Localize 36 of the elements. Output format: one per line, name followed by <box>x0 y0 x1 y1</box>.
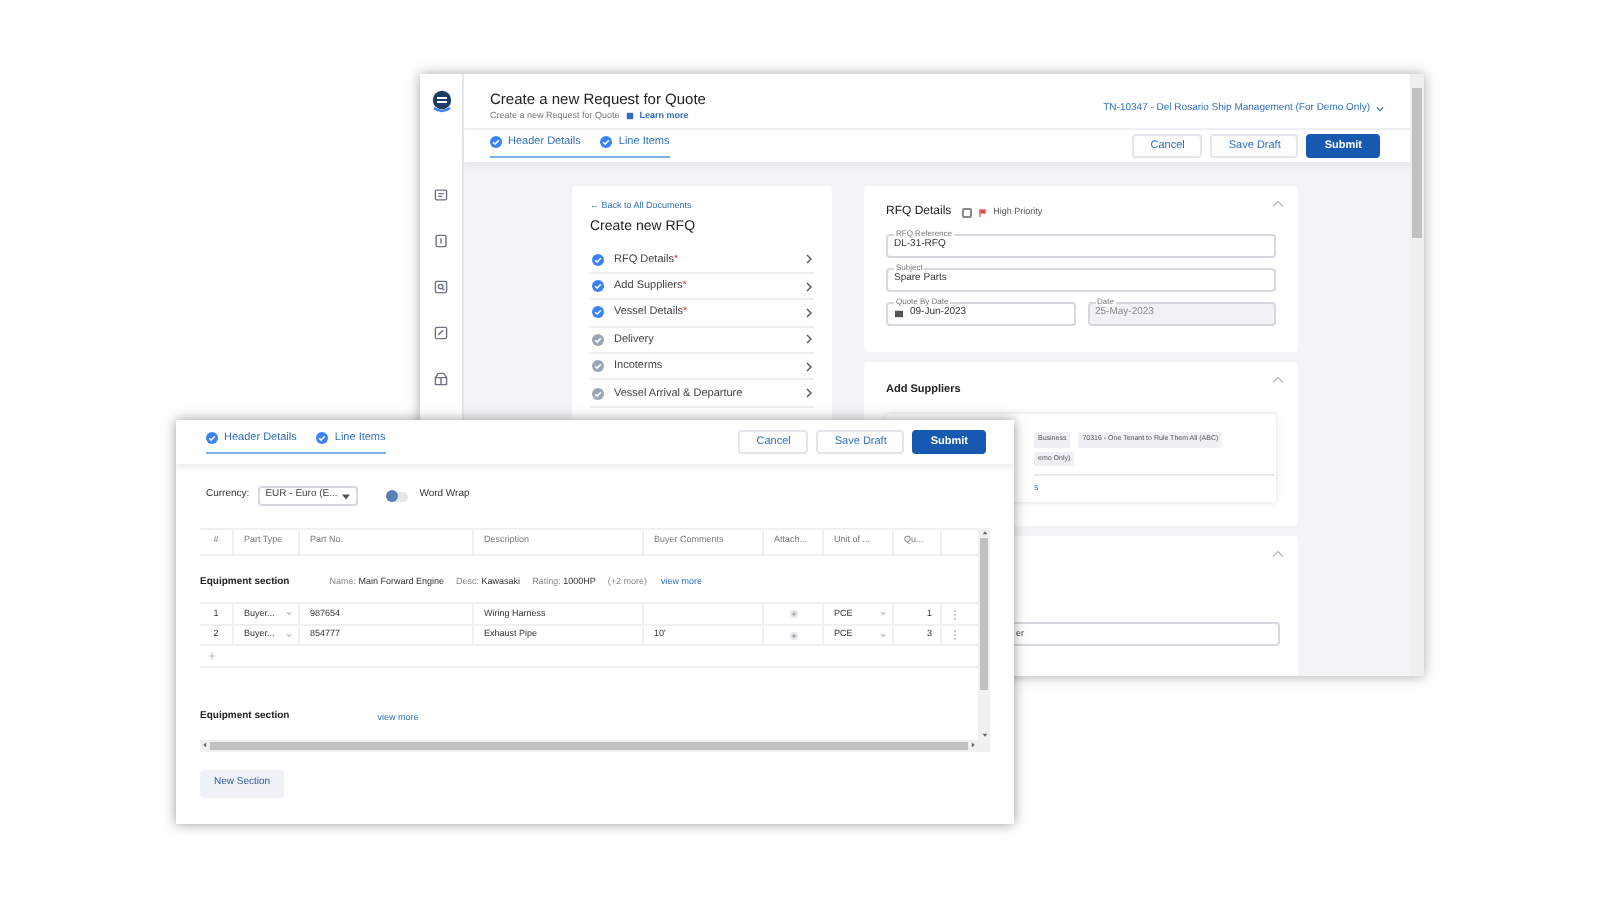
chevron-right-icon <box>806 254 812 265</box>
chevron-down-icon <box>1376 106 1384 113</box>
edit-icon <box>434 326 448 340</box>
scrollbar[interactable] <box>200 739 978 752</box>
caret-icon <box>286 633 292 638</box>
arrow-down-icon <box>981 732 987 738</box>
scrollbar[interactable] <box>1410 74 1424 676</box>
chevron-right-icon <box>806 388 812 399</box>
caret-icon <box>880 612 886 617</box>
arrow-up-icon <box>981 530 987 536</box>
logo-icon <box>429 90 453 114</box>
box-icon <box>434 372 448 386</box>
caret-icon <box>341 493 350 499</box>
chevron-right-icon <box>806 307 812 318</box>
document-icon <box>434 188 448 202</box>
scrollbar-thumb[interactable] <box>210 741 968 750</box>
flag-icon <box>977 208 988 218</box>
arrow-right-icon <box>970 742 976 749</box>
scrollbar-thumb[interactable] <box>1412 88 1422 238</box>
collapse-icon <box>1272 200 1284 208</box>
search-icon <box>434 280 448 294</box>
calendar-icon <box>894 310 904 318</box>
chevron-right-icon <box>806 361 812 372</box>
collapse-icon <box>1272 376 1284 384</box>
caret-icon <box>286 612 292 617</box>
add-icon <box>208 652 216 661</box>
clipboard-icon <box>434 234 448 248</box>
collapse-icon <box>1272 550 1284 558</box>
chevron-right-icon <box>806 334 812 345</box>
scrollbar-thumb[interactable] <box>980 538 988 690</box>
toggle-switch[interactable] <box>385 491 408 501</box>
caret-icon <box>880 633 886 638</box>
scrollbar[interactable] <box>978 530 990 752</box>
arrow-left-icon <box>202 742 208 749</box>
chevron-right-icon <box>806 281 812 292</box>
checkbox[interactable] <box>961 208 972 218</box>
